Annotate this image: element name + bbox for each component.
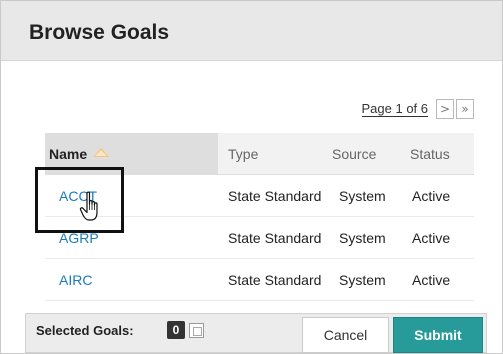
table-row: AIRC State Standard System Active (45, 259, 474, 301)
selected-goals-toggle-button[interactable] (189, 323, 204, 338)
next-page-button[interactable]: > (436, 99, 454, 119)
goal-status: Active (412, 187, 451, 204)
dialog-footer: Selected Goals: 0 Cancel Submit (25, 313, 487, 353)
goal-status: Active (412, 271, 451, 288)
goal-status: Active (412, 229, 451, 246)
double-chevron-right-icon: » (461, 102, 469, 116)
submit-button[interactable]: Submit (393, 317, 483, 353)
cancel-button[interactable]: Cancel (302, 317, 389, 353)
goal-type: State Standard (228, 187, 322, 204)
goal-source: System (339, 271, 386, 288)
dialog-title: Browse Goals (29, 21, 170, 44)
goal-type: State Standard (228, 229, 322, 246)
goal-source: System (339, 187, 386, 204)
pagination: Page 1 of 6 > » (361, 98, 474, 120)
selected-goals-count-badge: 0 (167, 321, 185, 339)
page-indicator-link[interactable]: Page 1 of 6 (361, 101, 428, 117)
browse-goals-dialog: Browse Goals Page 1 of 6 > » Name Type S… (0, 0, 503, 354)
last-page-button[interactable]: » (456, 99, 474, 119)
column-header-type[interactable]: Type (218, 146, 329, 162)
goal-source: System (339, 229, 386, 246)
goal-type: State Standard (228, 271, 322, 288)
goal-link-airc[interactable]: AIRC (45, 272, 218, 288)
column-header-name-label: Name (49, 145, 88, 162)
chevron-right-icon: > (439, 102, 451, 116)
column-header-status[interactable]: Status (402, 146, 474, 162)
sort-ascending-icon (93, 148, 110, 157)
hand-pointer-icon (79, 191, 98, 221)
column-header-source[interactable]: Source (329, 146, 402, 162)
selected-goals-label: Selected Goals: (36, 323, 134, 338)
dialog-header: Browse Goals (1, 1, 502, 61)
